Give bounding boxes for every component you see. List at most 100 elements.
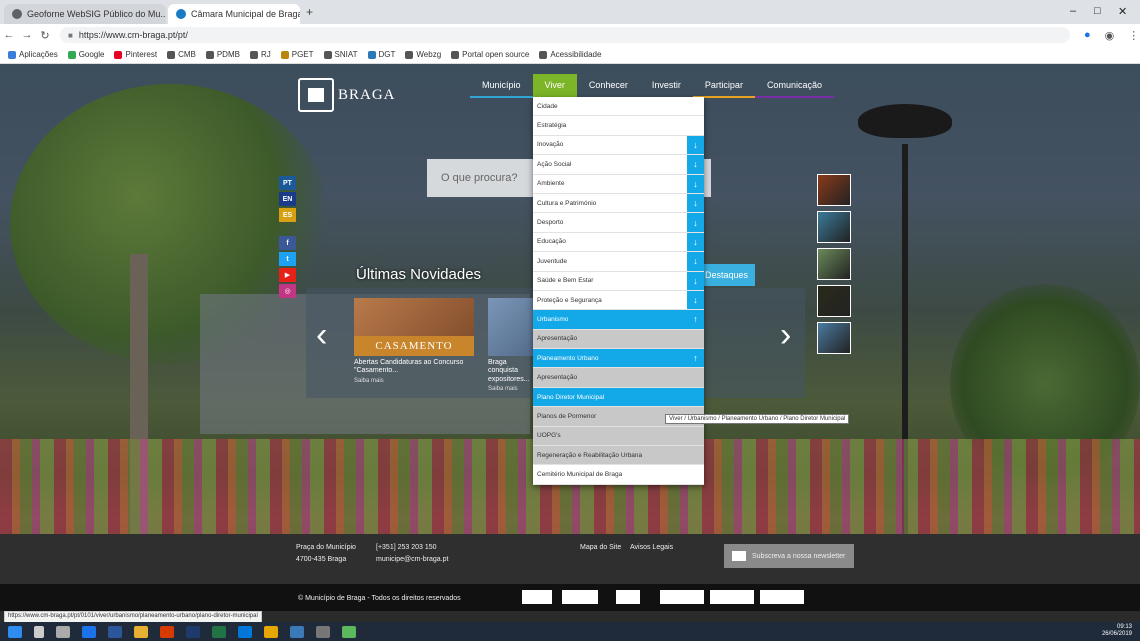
gallery-thumbnail[interactable] <box>817 322 851 354</box>
language-pt-button[interactable]: PT <box>279 176 296 190</box>
close-window-button[interactable]: ✕ <box>1118 5 1127 18</box>
app-icon[interactable] <box>238 625 252 638</box>
back-icon[interactable]: ← <box>0 29 18 41</box>
facebook-icon[interactable]: f <box>279 236 296 250</box>
bookmark-item[interactable]: Google <box>67 50 104 59</box>
nav-conhecer[interactable]: Conhecer <box>577 74 640 98</box>
task-view-icon[interactable] <box>56 625 70 638</box>
bookmark-item[interactable]: SNIAT <box>323 50 358 59</box>
menu-item[interactable]: Planeamento Urbano ↑ <box>533 349 704 369</box>
language-es-button[interactable]: ES <box>279 208 296 222</box>
menu-item[interactable]: Saúde e Bem Estar ↓ <box>533 271 704 291</box>
partner-logo[interactable] <box>562 590 598 604</box>
expand-arrow-icon[interactable]: ↓ <box>687 290 704 310</box>
menu-item[interactable]: Cidade <box>533 97 704 117</box>
menu-item[interactable]: Desporto ↓ <box>533 213 704 233</box>
app-icon[interactable] <box>290 625 304 638</box>
menu-icon[interactable]: ⋮ <box>1128 29 1139 42</box>
app-icon[interactable] <box>264 625 278 638</box>
accessibility-badge[interactable] <box>710 590 754 604</box>
twitter-icon[interactable]: t <box>279 252 296 266</box>
partner-logo[interactable] <box>522 590 552 604</box>
instagram-icon[interactable]: ◎ <box>279 284 296 298</box>
menu-item[interactable]: Juventude ↓ <box>533 252 704 272</box>
bookmark-item[interactable]: Pinterest <box>114 50 157 59</box>
menu-item[interactable]: Apresentação <box>533 329 704 350</box>
menu-item[interactable]: Cemitério Municipal de Braga <box>533 465 704 485</box>
menu-item[interactable]: Ambiente ↓ <box>533 174 704 194</box>
menu-item[interactable]: Proteção e Segurança ↓ <box>533 290 704 311</box>
profile-icon[interactable]: ◉ <box>1105 29 1115 42</box>
braga-logo[interactable]: BRAGA <box>298 78 396 112</box>
partner-logo[interactable] <box>816 590 846 604</box>
gallery-thumbnail[interactable] <box>817 248 851 280</box>
bookmark-item[interactable]: PGET <box>280 50 314 59</box>
gallery-thumbnail[interactable] <box>817 211 851 243</box>
search-icon[interactable] <box>34 625 44 638</box>
bookmark-item[interactable]: Webzg <box>405 50 441 59</box>
expand-arrow-icon[interactable]: ↓ <box>687 271 704 290</box>
expand-arrow-icon[interactable]: ↓ <box>687 213 704 232</box>
bookmark-item[interactable]: Aplicações <box>8 50 58 59</box>
new-tab-button[interactable]: + <box>306 5 313 19</box>
language-en-button[interactable]: EN <box>279 192 296 206</box>
minimize-button[interactable]: – <box>1070 5 1076 17</box>
expand-arrow-icon[interactable]: ↓ <box>687 252 704 271</box>
bookmark-item[interactable]: DGT <box>367 50 395 59</box>
nav-investir[interactable]: Investir <box>640 74 693 98</box>
word-icon[interactable] <box>108 625 122 638</box>
tab-camara-braga[interactable]: Câmara Municipal de Braga ✕ <box>168 4 300 24</box>
bookmark-item[interactable]: CMB <box>167 50 196 59</box>
bookmark-item[interactable]: RJ <box>249 50 271 59</box>
chrome-icon[interactable] <box>82 625 96 638</box>
menu-item[interactable]: Urbanismo ↑ <box>533 310 704 330</box>
system-tray[interactable]: 09:13 26/06/2019 <box>1102 624 1132 638</box>
destaques-tab[interactable]: Destaques <box>701 264 755 286</box>
expand-arrow-icon[interactable]: ↓ <box>687 193 704 213</box>
partner-logo[interactable] <box>616 590 640 604</box>
menu-item[interactable]: Educação ↓ <box>533 232 704 253</box>
nav-participar[interactable]: Participar <box>692 74 755 98</box>
menu-item[interactable]: Plano Diretor Municipal <box>533 387 704 408</box>
gallery-thumbnail[interactable] <box>817 285 851 317</box>
menu-item[interactable]: Estratégia <box>533 116 704 136</box>
forward-icon[interactable]: → <box>18 29 36 41</box>
nav-comunicacao[interactable]: Comunicação <box>754 74 834 98</box>
reload-icon[interactable]: ↻ <box>36 29 54 42</box>
address-bar[interactable]: ■ https://www.cm-braga.pt/pt/ <box>60 27 1070 43</box>
menu-item[interactable]: Inovação ↓ <box>533 135 704 156</box>
collapse-arrow-icon[interactable]: ↑ <box>687 349 704 367</box>
carousel-prev-icon[interactable]: ‹ <box>316 316 327 355</box>
sitemap-link[interactable]: Mapa do Site <box>580 542 621 554</box>
expand-arrow-icon[interactable]: ↓ <box>687 232 704 252</box>
extension-icon[interactable]: ● <box>1084 29 1091 41</box>
accessibility-badge[interactable] <box>660 590 704 604</box>
menu-item[interactable]: Cultura e Património ↓ <box>533 193 704 214</box>
bookmark-item[interactable]: Portal open source <box>451 50 529 59</box>
bookmark-item[interactable]: Acessibilidade <box>539 50 601 59</box>
qgis-icon[interactable] <box>342 625 356 638</box>
bookmark-item[interactable]: PDMB <box>205 50 240 59</box>
legal-link[interactable]: Avisos Legais <box>630 542 673 554</box>
menu-item[interactable]: Regeneração e Reabilitação Urbana <box>533 446 704 466</box>
app-icon[interactable] <box>160 625 174 638</box>
nav-municipio[interactable]: Município <box>470 74 533 98</box>
newsletter-button[interactable]: Subscreva a nossa newsletter <box>724 544 854 568</box>
maximize-button[interactable]: □ <box>1094 5 1101 17</box>
menu-item[interactable]: UOPG's <box>533 426 704 447</box>
collapse-arrow-icon[interactable]: ↑ <box>687 310 704 328</box>
menu-item[interactable]: Apresentação <box>533 368 704 388</box>
nav-viver[interactable]: Viver <box>532 74 577 98</box>
email-link[interactable]: municipe@cm-braga.pt <box>376 554 448 566</box>
excel-icon[interactable] <box>212 625 226 638</box>
tab-geoforne[interactable]: Geoforne WebSIG Público do Mu... ✕ <box>4 4 166 24</box>
youtube-icon[interactable]: ▶ <box>279 268 296 282</box>
expand-arrow-icon[interactable]: ↓ <box>687 135 704 155</box>
gallery-thumbnail[interactable] <box>817 174 851 206</box>
app-icon[interactable] <box>316 625 330 638</box>
expand-arrow-icon[interactable]: ↓ <box>687 174 704 193</box>
accessibility-badge[interactable] <box>760 590 804 604</box>
news-card[interactable]: Braga conquista expositores... Saiba mai… <box>488 298 536 392</box>
carousel-next-icon[interactable]: › <box>780 316 791 355</box>
start-icon[interactable] <box>8 625 22 638</box>
